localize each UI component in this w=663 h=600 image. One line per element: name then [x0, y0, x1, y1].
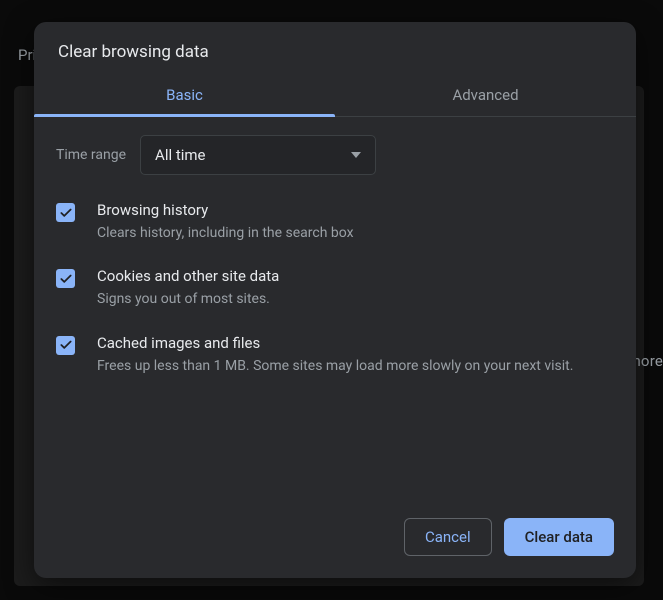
option-browsing-history: Browsing history Clears history, includi… — [56, 201, 614, 243]
check-icon — [59, 206, 73, 220]
option-desc: Clears history, including in the search … — [97, 223, 354, 243]
checkbox-cookies[interactable] — [56, 269, 75, 288]
option-text: Cached images and files Frees up less th… — [97, 334, 573, 376]
option-title: Browsing history — [97, 201, 354, 219]
dialog-footer: Cancel Clear data — [34, 500, 636, 578]
option-title: Cookies and other site data — [97, 267, 279, 285]
option-title: Cached images and files — [97, 334, 573, 352]
option-desc: Frees up less than 1 MB. Some sites may … — [97, 356, 573, 376]
option-text: Cookies and other site data Signs you ou… — [97, 267, 279, 309]
check-icon — [59, 272, 73, 286]
option-desc: Signs you out of most sites. — [97, 289, 279, 309]
tab-basic[interactable]: Basic — [34, 76, 335, 116]
dialog-title: Clear browsing data — [34, 22, 636, 76]
chevron-down-icon — [351, 152, 361, 158]
clear-browsing-data-dialog: Clear browsing data Basic Advanced Time … — [34, 22, 636, 578]
clear-data-button[interactable]: Clear data — [504, 518, 614, 556]
background-text-right: nore — [632, 352, 663, 370]
tab-advanced[interactable]: Advanced — [335, 76, 636, 116]
dialog-body: Time range All time Browsing history Cle… — [34, 117, 636, 500]
check-icon — [59, 338, 73, 352]
tab-bar: Basic Advanced — [34, 76, 636, 117]
option-text: Browsing history Clears history, includi… — [97, 201, 354, 243]
cancel-button[interactable]: Cancel — [404, 518, 492, 556]
time-range-label: Time range — [56, 147, 126, 163]
checkbox-cached-files[interactable] — [56, 336, 75, 355]
checkbox-browsing-history[interactable] — [56, 203, 75, 222]
option-cached-files: Cached images and files Frees up less th… — [56, 334, 614, 376]
time-range-value: All time — [155, 146, 205, 164]
time-range-select[interactable]: All time — [140, 135, 376, 175]
time-range-row: Time range All time — [56, 135, 614, 175]
option-cookies: Cookies and other site data Signs you ou… — [56, 267, 614, 309]
